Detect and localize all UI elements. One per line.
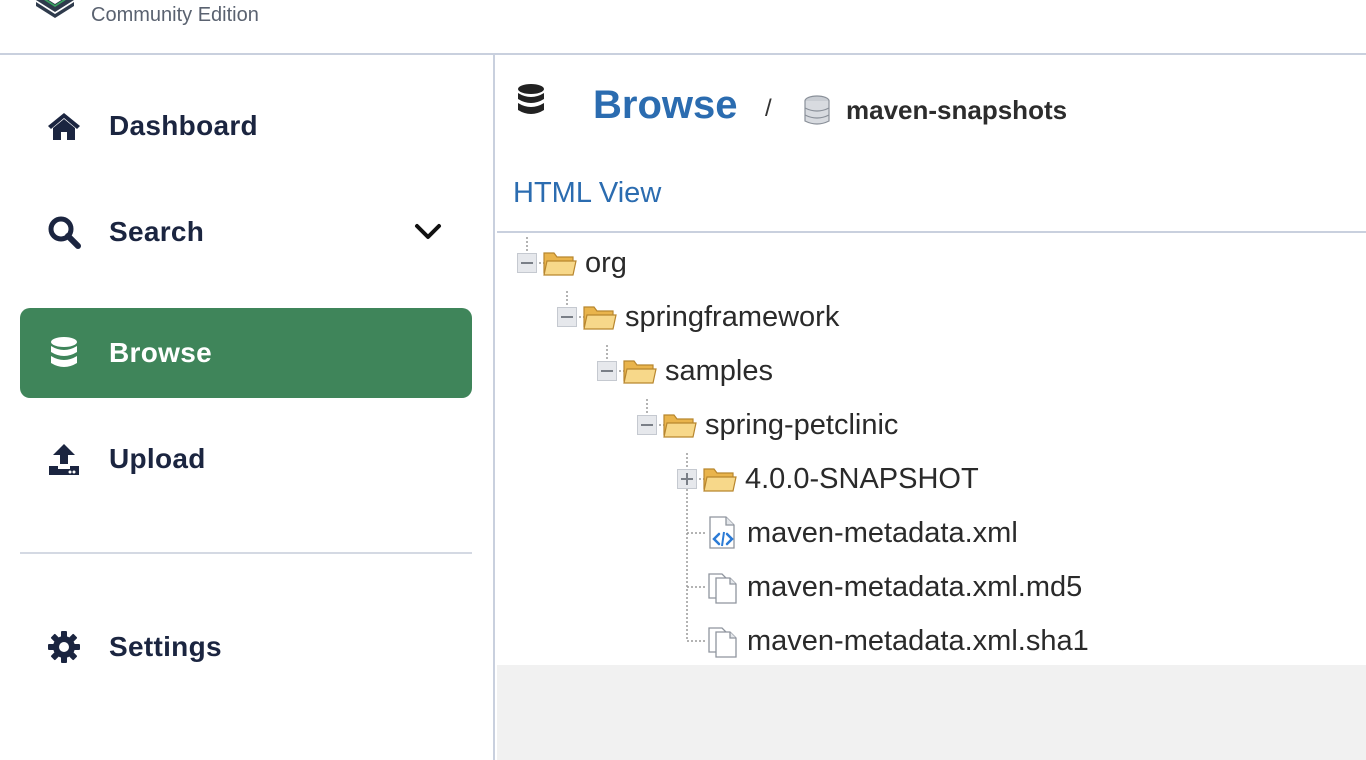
sidebar-divider bbox=[20, 552, 472, 554]
gear-icon bbox=[46, 629, 82, 665]
tree-node-folder[interactable]: 4.0.0-SNAPSHOT bbox=[677, 452, 979, 506]
folder-open-icon bbox=[703, 468, 737, 492]
upload-icon bbox=[46, 441, 82, 477]
tree-node-file[interactable]: maven-metadata.xml bbox=[707, 506, 1018, 560]
nexus-logo-icon[interactable] bbox=[32, 0, 78, 22]
database-icon bbox=[518, 84, 544, 114]
breadcrumb-title[interactable]: Browse bbox=[593, 83, 738, 128]
folder-open-icon bbox=[623, 360, 657, 384]
sidebar: Dashboard Search Browse Upload Settings bbox=[0, 55, 495, 760]
tree-node-folder[interactable]: samples bbox=[597, 344, 773, 398]
sidebar-item-label: Search bbox=[109, 216, 205, 247]
sidebar-item-label: Browse bbox=[109, 337, 212, 368]
html-view-link[interactable]: HTML View bbox=[513, 177, 661, 210]
collapse-icon[interactable] bbox=[557, 307, 577, 327]
tree-empty-area bbox=[497, 665, 1366, 760]
chevron-down-icon[interactable] bbox=[412, 216, 444, 248]
search-icon bbox=[46, 214, 82, 250]
xml-file-icon bbox=[709, 516, 735, 549]
tree-node-folder[interactable]: org bbox=[517, 236, 627, 290]
collapse-icon[interactable] bbox=[597, 361, 617, 381]
folder-open-icon bbox=[583, 306, 617, 330]
tree-node-file[interactable]: maven-metadata.xml.sha1 bbox=[707, 614, 1089, 668]
tree-node-folder[interactable]: spring-petclinic bbox=[637, 398, 898, 452]
tree-node-file[interactable]: maven-metadata.xml.md5 bbox=[707, 560, 1082, 614]
sidebar-item-dashboard[interactable]: Dashboard bbox=[20, 81, 472, 171]
repository-tree: org springframework samples spring-petcl… bbox=[497, 233, 1366, 665]
breadcrumb-separator: / bbox=[765, 95, 772, 122]
collapse-icon[interactable] bbox=[517, 253, 537, 273]
folder-open-icon bbox=[543, 252, 577, 276]
repository-icon bbox=[804, 95, 830, 125]
top-header: Community Edition bbox=[0, 0, 1366, 55]
database-icon bbox=[46, 335, 82, 371]
collapse-icon[interactable] bbox=[637, 415, 657, 435]
expand-icon[interactable] bbox=[677, 469, 697, 489]
sidebar-item-browse[interactable]: Browse bbox=[20, 308, 472, 398]
sidebar-item-label: Settings bbox=[109, 631, 222, 662]
main-content: Browse / maven-snapshots HTML View org s… bbox=[497, 55, 1366, 760]
tree-node-folder[interactable]: springframework bbox=[557, 290, 839, 344]
file-icon bbox=[708, 627, 737, 658]
file-icon bbox=[708, 573, 737, 604]
breadcrumb-repository: maven-snapshots bbox=[846, 95, 1068, 125]
folder-open-icon bbox=[663, 414, 697, 438]
sidebar-item-search[interactable]: Search bbox=[20, 187, 472, 277]
edition-label: Community Edition bbox=[91, 4, 259, 26]
sidebar-item-label: Upload bbox=[109, 443, 206, 474]
sidebar-item-settings[interactable]: Settings bbox=[20, 602, 472, 692]
sidebar-item-label: Dashboard bbox=[109, 110, 258, 141]
home-icon bbox=[46, 108, 82, 144]
sidebar-item-upload[interactable]: Upload bbox=[20, 414, 472, 504]
